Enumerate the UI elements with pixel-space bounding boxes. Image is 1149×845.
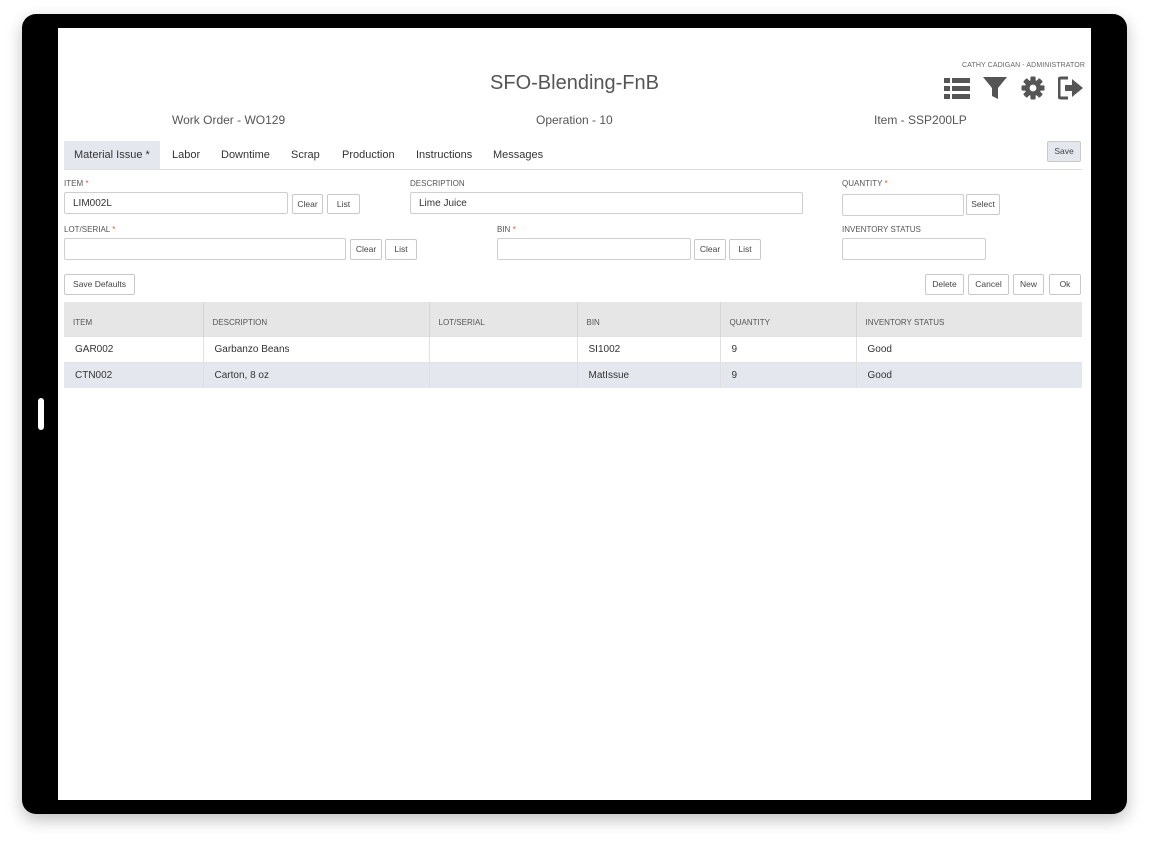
table-header-row: ITEM DESCRIPTION LOT/SERIAL BIN QUANTITY…: [64, 302, 1082, 336]
cell-quantity: 9: [719, 335, 856, 362]
required-mark: *: [512, 225, 516, 234]
column-header-quantity[interactable]: QUANTITY: [719, 302, 856, 336]
bin-clear-button[interactable]: Clear: [694, 239, 726, 260]
app-title: SFO-Blending-FnB: [490, 72, 659, 94]
home-button[interactable]: [38, 398, 44, 430]
tab-production[interactable]: Production: [332, 141, 405, 169]
work-order-label: Work Order - WO129: [172, 113, 286, 127]
cell-lot-serial: [428, 361, 577, 388]
tab-material-issue[interactable]: Material Issue *: [64, 141, 160, 169]
cell-item: CTN002: [64, 361, 203, 388]
table-row[interactable]: GAR002 Garbanzo Beans SI1002 9 Good: [64, 335, 1082, 362]
work-order-meta: Work Order - WO129 Operation - 10 Item -…: [58, 113, 1091, 129]
new-button[interactable]: New: [1013, 274, 1044, 295]
lot-serial-input[interactable]: [64, 238, 346, 260]
cancel-button[interactable]: Cancel: [968, 274, 1009, 295]
app-screen: CATHY CADIGAN - ADMINISTRATOR SFO-Blendi…: [58, 28, 1091, 800]
required-mark: *: [85, 179, 89, 188]
tab-labor[interactable]: Labor: [162, 141, 210, 169]
cell-bin: SI1002: [576, 335, 720, 362]
quantity-select-button[interactable]: Select: [966, 194, 1000, 215]
cell-description: Garbanzo Beans: [202, 335, 429, 362]
bin-input[interactable]: [497, 238, 691, 260]
column-header-item[interactable]: ITEM: [64, 302, 203, 336]
cell-quantity: 9: [719, 361, 856, 388]
delete-button[interactable]: Delete: [925, 274, 964, 295]
tab-bar: Material Issue * Labor Downtime Scrap Pr…: [64, 141, 1082, 170]
required-mark: *: [112, 225, 116, 234]
tab-scrap[interactable]: Scrap: [281, 141, 330, 169]
description-field-label: DESCRIPTION: [410, 179, 465, 188]
item-label: Item - SSP200LP: [874, 113, 967, 127]
lot-serial-field-label: LOT/SERIAL *: [64, 225, 116, 234]
cell-description: Carton, 8 oz: [202, 361, 429, 388]
quantity-field-label: QUANTITY *: [842, 179, 888, 188]
cell-bin: MatIssue: [576, 361, 720, 388]
description-input[interactable]: [410, 192, 803, 214]
cell-inventory-status: Good: [855, 335, 1082, 362]
user-name: CATHY CADIGAN - ADMINISTRATOR: [962, 62, 1085, 69]
lot-serial-list-button[interactable]: List: [385, 239, 417, 260]
ok-button[interactable]: Ok: [1049, 274, 1081, 295]
inventory-status-field-label: INVENTORY STATUS: [842, 225, 921, 234]
tab-messages[interactable]: Messages: [483, 141, 553, 169]
save-button[interactable]: Save: [1047, 141, 1081, 162]
required-mark: *: [884, 179, 888, 188]
save-defaults-button[interactable]: Save Defaults: [64, 274, 135, 295]
cell-inventory-status: Good: [855, 361, 1082, 388]
table-row[interactable]: CTN002 Carton, 8 oz MatIssue 9 Good: [64, 361, 1082, 388]
column-header-description[interactable]: DESCRIPTION: [202, 302, 429, 336]
bin-list-button[interactable]: List: [729, 239, 761, 260]
column-header-lot-serial[interactable]: LOT/SERIAL: [428, 302, 577, 336]
quantity-input[interactable]: [842, 194, 964, 216]
item-input[interactable]: [64, 192, 288, 214]
material-issue-table: ITEM DESCRIPTION LOT/SERIAL BIN QUANTITY…: [64, 302, 1082, 388]
item-field-label: ITEM *: [64, 179, 89, 188]
tab-instructions[interactable]: Instructions: [406, 141, 482, 169]
lot-serial-clear-button[interactable]: Clear: [350, 239, 382, 260]
column-header-inventory-status[interactable]: INVENTORY STATUS: [855, 302, 1082, 336]
item-list-button[interactable]: List: [327, 194, 360, 214]
inventory-status-input[interactable]: [842, 238, 986, 260]
tab-downtime[interactable]: Downtime: [211, 141, 280, 169]
bin-field-label: BIN *: [497, 225, 516, 234]
item-clear-button[interactable]: Clear: [292, 194, 323, 214]
cell-lot-serial: [428, 335, 577, 362]
cell-item: GAR002: [64, 335, 203, 362]
column-header-bin[interactable]: BIN: [576, 302, 720, 336]
operation-label: Operation - 10: [536, 113, 613, 127]
